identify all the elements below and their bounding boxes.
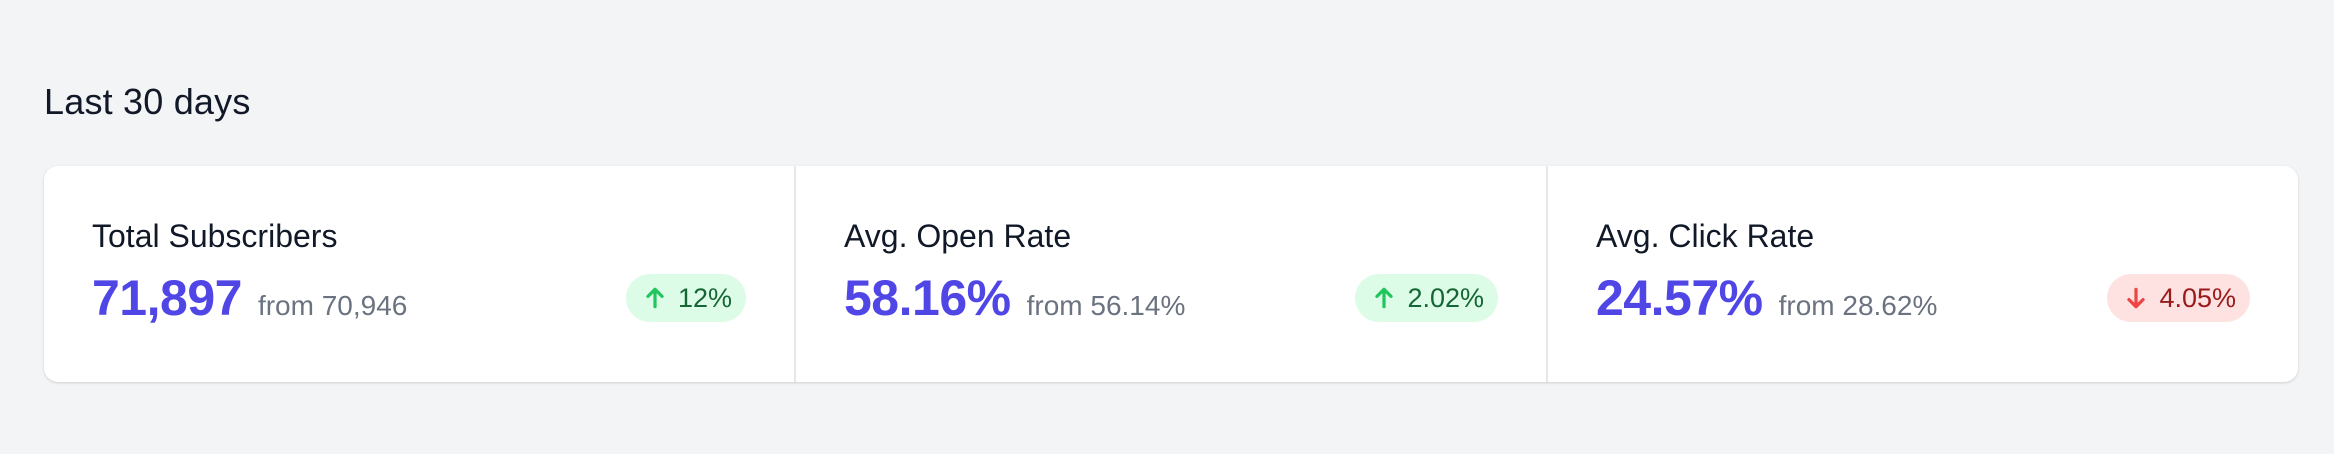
arrow-up-icon <box>1371 285 1397 311</box>
stat-label: Avg. Open Rate <box>844 218 1072 254</box>
change-value: 12% <box>677 282 732 313</box>
change-badge-increase: 12% <box>625 274 746 322</box>
stat-total-subscribers: Total Subscribers 71,897 from 70,946 12% <box>44 166 794 382</box>
stat-label: Avg. Click Rate <box>1596 218 1815 254</box>
stat-previous-value: from 28.62% <box>1778 290 1938 321</box>
change-badge-decrease: 4.05% <box>2107 274 2250 322</box>
change-badge-increase: 2.02% <box>1355 274 1498 322</box>
stat-values: 58.16% from 56.14% <box>844 268 1185 328</box>
arrow-down-icon <box>2123 285 2149 311</box>
stat-label: Total Subscribers <box>92 218 338 254</box>
stat-row: 71,897 from 70,946 12% <box>92 266 746 330</box>
stat-previous-value: from 70,946 <box>257 290 408 321</box>
stat-previous-value: from 56.14% <box>1026 290 1186 321</box>
stat-avg-open-rate: Avg. Open Rate 58.16% from 56.14% 2.02% <box>794 166 1546 382</box>
stat-values: 71,897 from 70,946 <box>92 268 407 328</box>
stat-values: 24.57% from 28.62% <box>1596 268 1937 328</box>
stat-avg-click-rate: Avg. Click Rate 24.57% from 28.62% 4.05% <box>1546 166 2298 382</box>
stat-value: 24.57% <box>1596 270 1763 326</box>
change-value: 4.05% <box>2159 282 2236 313</box>
section-title: Last 30 days <box>44 81 251 122</box>
stat-value: 71,897 <box>92 270 242 326</box>
arrow-up-icon <box>642 285 668 311</box>
stat-row: 58.16% from 56.14% 2.02% <box>844 266 1498 330</box>
stat-row: 24.57% from 28.62% 4.05% <box>1596 266 2250 330</box>
stats-card: Total Subscribers 71,897 from 70,946 12% <box>44 166 2298 382</box>
page: Last 30 days Total Subscribers 71,897 fr… <box>0 0 2334 454</box>
change-value: 2.02% <box>1407 282 1484 313</box>
stat-value: 58.16% <box>844 270 1011 326</box>
